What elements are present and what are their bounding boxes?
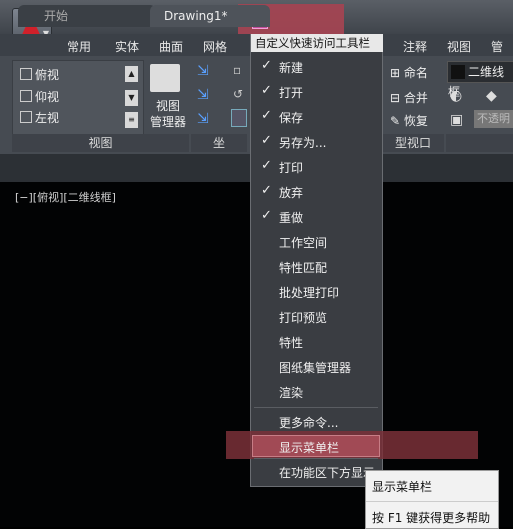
ucs-dropdown-icon[interactable]: ▫ (233, 63, 241, 77)
opacity-field[interactable]: 不透明 (474, 110, 513, 128)
checkmark-icon: ✓ (261, 58, 272, 73)
tooltip-divider (366, 501, 498, 502)
view-manager-label: 管理器 (149, 115, 186, 129)
visual-styles-panel-footer (446, 134, 513, 152)
menu-item-undo[interactable]: 放弃 (279, 184, 303, 201)
tab-solid[interactable]: 实体 (115, 38, 139, 55)
menu-item-save[interactable]: 保存 (279, 109, 303, 126)
menu-item-more-commands[interactable]: 更多命令... (279, 414, 338, 431)
visual-style-icon (451, 65, 465, 79)
menu-item-plot-preview[interactable]: 打印预览 (279, 309, 327, 326)
coordinate-tools-group: ⇲ ⇲ ⇲ ▫ ↺ (195, 63, 247, 131)
drawing1-tab-label: Drawing1* (164, 9, 228, 23)
viewport-named-group: ⊞ 命名 ⊟ 合并 ✎ 恢复 (390, 62, 438, 130)
menu-title: 自定义快速访问工具栏 (251, 34, 383, 52)
drawing1-tab[interactable]: Drawing1* (150, 5, 270, 27)
menu-item-match-properties[interactable]: 特性匹配 (279, 259, 327, 276)
named-label: 命名 (403, 66, 428, 80)
start-tab[interactable]: 开始 (18, 5, 156, 27)
menu-item-show-menubar[interactable]: 显示菜单栏 (279, 439, 339, 456)
checkmark-icon: ✓ (261, 183, 272, 198)
restore-icon: ✎ (390, 114, 404, 128)
view-item-bottom[interactable]: 仰视 (20, 88, 59, 105)
model-viewports-panel-title: 型视口 (382, 134, 444, 152)
view-item-top[interactable]: 俯视 (20, 66, 59, 83)
menu-item-batch-plot[interactable]: 批处理打印 (279, 284, 339, 301)
menu-item-sheet-set-manager[interactable]: 图纸集管理器 (279, 359, 351, 376)
view-manager-label: 视图 (155, 99, 180, 113)
cube-icon (20, 68, 32, 80)
menu-item-redo[interactable]: 重做 (279, 209, 303, 226)
menu-item-properties[interactable]: 特性 (279, 334, 303, 351)
join-viewports-button[interactable]: ⊟ 合并 (390, 89, 428, 106)
tab-mesh[interactable]: 网格 (203, 38, 227, 55)
ucs-world-icon[interactable] (231, 109, 247, 127)
menu-item-show-below-ribbon[interactable]: 在功能区下方显示 (279, 464, 375, 481)
tooltip: 显示菜单栏 按 F1 键获得更多帮助 (365, 470, 499, 529)
tooltip-help-text: 按 F1 键获得更多帮助 (372, 511, 491, 525)
view-item-label: 仰视 (35, 90, 60, 104)
tooltip-title: 显示菜单栏 (372, 480, 433, 494)
menu-item-plot[interactable]: 打印 (279, 159, 303, 176)
menu-item-workspace[interactable]: 工作空间 (279, 234, 327, 251)
cube-icon (20, 111, 32, 123)
menu-separator (254, 407, 378, 408)
ucs-origin-icon[interactable]: ⇲ (197, 87, 209, 103)
menu-item-save-as[interactable]: 另存为... (279, 134, 326, 151)
ucs-rotate-icon[interactable]: ↺ (233, 87, 243, 101)
shading-icon[interactable]: ◐ (450, 88, 462, 104)
named-viewports-button[interactable]: ⊞ 命名 (390, 64, 428, 81)
edge-style-icon[interactable]: ◆ (486, 88, 497, 104)
checkmark-icon: ✓ (261, 158, 272, 173)
view-item-label: 俯视 (35, 68, 60, 82)
tab-surface[interactable]: 曲面 (159, 38, 183, 55)
view-item-left[interactable]: 左视 (20, 109, 59, 126)
checkmark-icon: ✓ (261, 83, 272, 98)
view-manager-button[interactable]: 视图 管理器 (148, 98, 188, 130)
scroll-up-button[interactable]: ▲ (125, 66, 138, 82)
menu-separator (254, 458, 378, 459)
tab-view[interactable]: 视图 (447, 38, 471, 55)
visual-style-dropdown[interactable]: 二维线框 (447, 61, 513, 99)
checkmark-icon: ✓ (261, 108, 272, 123)
ucs-icon[interactable]: ⇲ (197, 63, 209, 79)
checkmark-icon: ✓ (261, 208, 272, 223)
restore-label: 恢复 (403, 114, 428, 128)
menu-item-render[interactable]: 渲染 (279, 384, 303, 401)
cube-icon (20, 90, 32, 102)
ucs-view-icon[interactable]: ⇲ (197, 111, 209, 127)
expand-list-button[interactable]: ≡ (125, 112, 138, 128)
restore-viewports-button[interactable]: ✎ 恢复 (390, 112, 428, 129)
menu-item-open[interactable]: 打开 (279, 84, 303, 101)
scroll-down-button[interactable]: ▼ (125, 90, 138, 106)
coordinates-panel-title: 坐 (191, 134, 247, 152)
view-panel-title: 视图 (12, 134, 189, 152)
join-icon: ⊟ (390, 91, 404, 105)
grid-icon: ⊞ (390, 66, 404, 80)
transparency-icon[interactable]: ▣ (450, 112, 463, 128)
join-label: 合并 (403, 91, 428, 105)
viewport-controls-label[interactable]: [−][俯视][二维线框] (15, 189, 116, 205)
checkmark-icon: ✓ (261, 133, 272, 148)
tab-annotate[interactable]: 注释 (403, 38, 427, 55)
view-manager-icon[interactable] (150, 64, 180, 92)
menu-item-new[interactable]: 新建 (279, 59, 303, 76)
start-tab-label: 开始 (44, 9, 69, 23)
tab-home[interactable]: 常用 (67, 38, 91, 55)
view-item-label: 左视 (35, 111, 60, 125)
